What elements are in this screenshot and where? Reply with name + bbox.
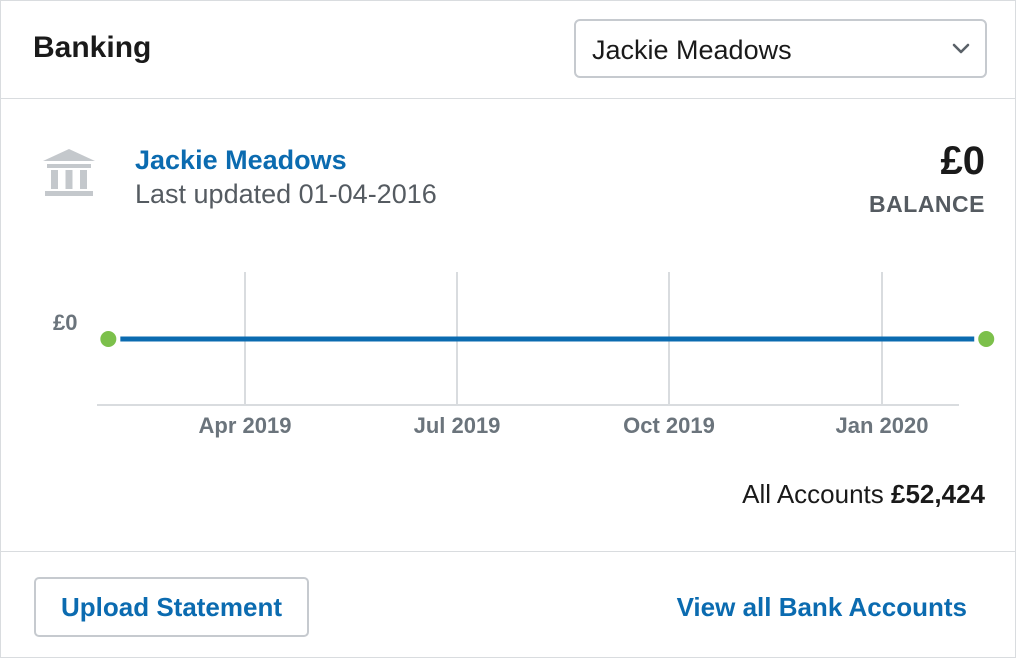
widget-footer: Upload Statement View all Bank Accounts xyxy=(1,551,1015,657)
bank-icon xyxy=(43,149,95,196)
balance-chart: Apr 2019 Jul 2019 Oct 2019 Jan 2020 £0 xyxy=(53,272,995,438)
y-tick-label: £0 xyxy=(53,310,77,335)
balance-label: BALANCE xyxy=(869,191,985,217)
all-accounts-label: All Accounts xyxy=(742,479,884,509)
banking-widget: Banking Jackie Meadows Jackie Meadows La… xyxy=(0,0,1016,658)
upload-statement-button[interactable]: Upload Statement xyxy=(34,577,309,637)
chevron-down-icon xyxy=(952,43,970,54)
last-updated-text: Last updated 01-04-2016 xyxy=(135,179,437,209)
widget-title: Banking xyxy=(33,31,152,64)
view-all-bank-accounts-link[interactable]: View all Bank Accounts xyxy=(677,592,967,623)
widget-header: Banking Jackie Meadows xyxy=(1,1,1015,99)
balance-amount: £0 xyxy=(940,139,986,183)
balance-data-point-2 xyxy=(978,331,995,347)
all-accounts-value: £52,424 xyxy=(891,479,985,509)
x-tick-label: Apr 2019 xyxy=(199,413,292,438)
balance-data-point-1 xyxy=(100,331,117,347)
all-accounts-total: All Accounts £52,424 xyxy=(742,479,985,510)
x-tick-label: Oct 2019 xyxy=(623,413,715,438)
x-tick-label: Jan 2020 xyxy=(836,413,929,438)
account-name-link[interactable]: Jackie Meadows xyxy=(135,145,347,176)
account-select[interactable]: Jackie Meadows xyxy=(574,19,987,78)
x-tick-label: Jul 2019 xyxy=(414,413,501,438)
account-select-value: Jackie Meadows xyxy=(592,35,792,65)
